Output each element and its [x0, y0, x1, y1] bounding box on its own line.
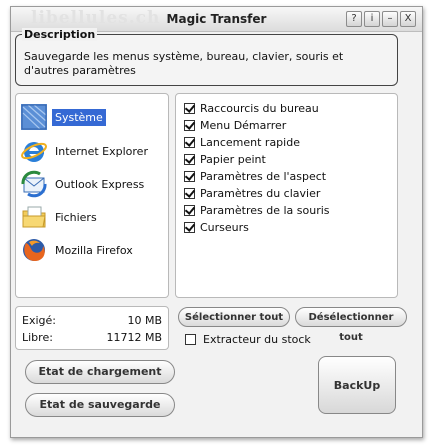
- info-button[interactable]: i: [364, 11, 380, 27]
- checkbox[interactable]: [184, 154, 195, 165]
- app-item-mozilla-firefox[interactable]: Mozilla Firefox: [20, 235, 164, 265]
- option-menu-demarrer[interactable]: Menu Démarrer: [184, 117, 286, 134]
- deselect-all-button[interactable]: Désélectionner tout: [295, 307, 407, 343]
- option-curseurs[interactable]: Curseurs: [184, 219, 249, 236]
- application-list: Système Internet Explorer Outlook Expres…: [15, 93, 169, 298]
- disk-space-info: Exigé: 10 MB Libre: 11712 MB: [15, 306, 169, 350]
- option-papier-peint[interactable]: Papier peint: [184, 151, 266, 168]
- option-parametres-souris[interactable]: Paramètres de la souris: [184, 202, 330, 219]
- app-item-systeme[interactable]: Système: [20, 102, 164, 132]
- checkbox[interactable]: [184, 120, 195, 131]
- description-box: Description Sauvegarde les menus système…: [15, 28, 398, 86]
- app-label-mozilla-firefox: Mozilla Firefox: [55, 243, 133, 257]
- option-label: Curseurs: [200, 221, 249, 234]
- app-item-outlook-express[interactable]: Outlook Express: [20, 169, 164, 199]
- save-state-button[interactable]: Etat de sauvegarde: [25, 393, 175, 417]
- load-state-button[interactable]: Etat de chargement: [25, 360, 175, 384]
- option-parametres-aspect[interactable]: Paramètres de l'aspect: [184, 168, 326, 185]
- folder-icon: [22, 206, 46, 228]
- checkbox[interactable]: [184, 205, 195, 216]
- app-item-internet-explorer[interactable]: Internet Explorer: [20, 136, 164, 166]
- description-legend: Description: [22, 28, 98, 41]
- windows-system-icon: [21, 104, 47, 130]
- free-value: 11712 MB: [106, 331, 162, 344]
- stock-extractor-checkbox[interactable]: [185, 334, 196, 345]
- required-label: Exigé:: [22, 314, 56, 327]
- app-label-outlook-express: Outlook Express: [55, 177, 145, 191]
- option-label: Raccourcis du bureau: [200, 102, 319, 115]
- options-list: Raccourcis du bureau Menu Démarrer Lance…: [175, 93, 398, 298]
- checkbox[interactable]: [184, 171, 195, 182]
- app-item-fichiers[interactable]: Fichiers: [20, 202, 164, 232]
- required-value: 10 MB: [127, 314, 162, 327]
- checkbox[interactable]: [184, 188, 195, 199]
- option-raccourcis-du-bureau[interactable]: Raccourcis du bureau: [184, 100, 319, 117]
- option-label: Paramètres de l'aspect: [200, 170, 327, 183]
- option-parametres-clavier[interactable]: Paramètres du clavier: [184, 185, 320, 202]
- description-text: Sauvegarde les menus système, bureau, cl…: [24, 50, 344, 77]
- select-all-button[interactable]: Sélectionner tout: [178, 307, 290, 327]
- free-label: Libre:: [22, 331, 53, 344]
- stock-extractor-label: Extracteur du stock: [203, 333, 311, 346]
- option-label: Papier peint: [200, 153, 266, 166]
- option-label: Paramètres du clavier: [200, 187, 321, 200]
- app-label-internet-explorer: Internet Explorer: [55, 144, 148, 158]
- internet-explorer-icon: [21, 142, 47, 162]
- backup-button[interactable]: BackUp: [318, 356, 396, 414]
- app-label-systeme: Système: [52, 108, 106, 126]
- option-label: Menu Démarrer: [200, 119, 287, 132]
- app-label-fichiers: Fichiers: [55, 210, 97, 224]
- checkbox[interactable]: [184, 103, 195, 114]
- checkbox[interactable]: [184, 137, 195, 148]
- option-lancement-rapide[interactable]: Lancement rapide: [184, 134, 300, 151]
- firefox-icon: [23, 239, 45, 261]
- help-button[interactable]: ?: [346, 11, 362, 27]
- minimize-button[interactable]: –: [382, 11, 398, 27]
- option-label: Lancement rapide: [200, 136, 300, 149]
- stock-extractor-option[interactable]: Extracteur du stock: [175, 333, 311, 346]
- option-label: Paramètres de la souris: [200, 204, 330, 217]
- checkbox[interactable]: [184, 222, 195, 233]
- free-space-row: Libre: 11712 MB: [22, 331, 162, 344]
- required-space-row: Exigé: 10 MB: [22, 314, 162, 327]
- close-button[interactable]: X: [400, 11, 416, 27]
- outlook-express-icon: [21, 170, 47, 198]
